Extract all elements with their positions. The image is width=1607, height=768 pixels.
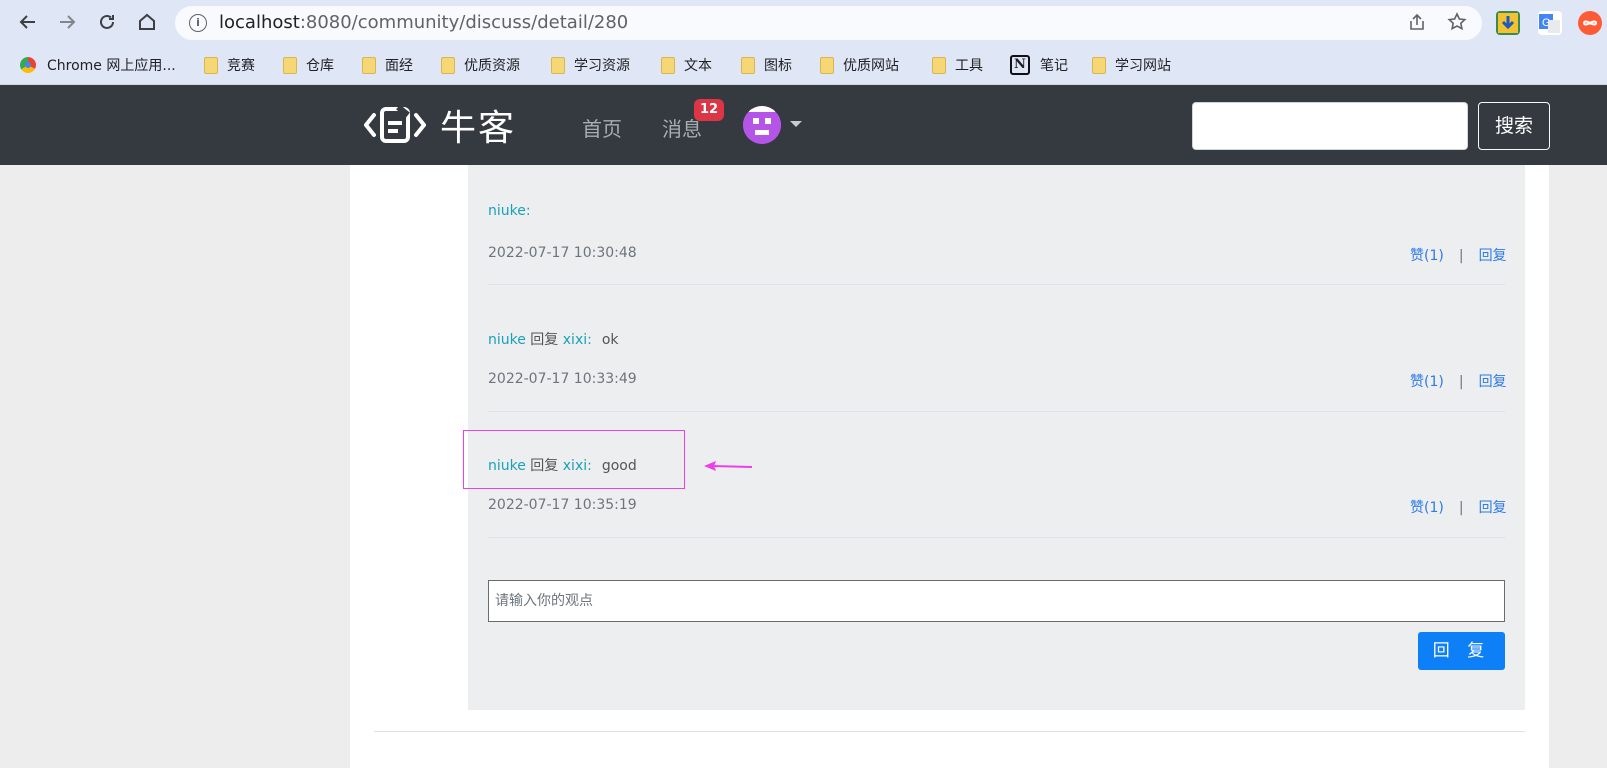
bookmark-item[interactable]: 文本 — [661, 54, 712, 76]
notion-icon: N — [1010, 55, 1030, 75]
bookmark-label: 笔记 — [1040, 58, 1068, 74]
search-button[interactable]: 搜索 — [1478, 102, 1550, 150]
bookmark-item[interactable]: 竞赛 — [204, 54, 255, 76]
reply-message: ok — [601, 332, 619, 348]
translate-extension-icon[interactable]: G — [1538, 11, 1562, 35]
bookmark-item[interactable]: 图标 — [741, 54, 792, 76]
bookmark-label: 优质网站 — [843, 58, 899, 74]
url-host: localhost — [219, 12, 300, 33]
bookmark-item[interactable]: 学习资源 — [551, 54, 630, 76]
reply-username[interactable]: niuke — [488, 332, 526, 348]
folder-icon — [661, 56, 675, 74]
reply-content: niuke 回复 xixi: ok — [488, 329, 619, 349]
folder-icon — [283, 56, 297, 74]
bookmark-item[interactable]: N 笔记 — [1010, 54, 1068, 76]
folder-icon — [441, 56, 455, 74]
reply-actions: 赞(1) | 回复 — [1410, 245, 1507, 265]
folder-icon — [932, 56, 946, 74]
address-url: localhost:8080/community/discuss/detail/… — [219, 12, 628, 33]
chrome-icon — [20, 57, 36, 73]
infinity-extension-icon[interactable] — [1578, 11, 1602, 35]
reply-word: 回复 — [525, 332, 563, 348]
reply-text-input[interactable] — [488, 580, 1505, 622]
bookmark-label: 仓库 — [306, 58, 334, 74]
share-icon[interactable] — [1407, 12, 1427, 37]
action-separator: | — [1458, 374, 1464, 390]
annotation-arrow-icon — [704, 461, 753, 471]
bookmark-item[interactable]: Chrome 网上应用... — [20, 54, 176, 76]
annotation-highlight-box — [463, 430, 685, 489]
bookmark-item[interactable]: 仓库 — [283, 54, 334, 76]
bookmark-star-icon[interactable] — [1447, 12, 1467, 37]
bookmark-item[interactable]: 面经 — [362, 54, 413, 76]
address-bar[interactable]: i localhost:8080/community/discuss/detai… — [175, 6, 1482, 40]
reply-actions: 赞(1) | 回复 — [1410, 497, 1507, 517]
reload-icon[interactable] — [93, 8, 121, 36]
forward-arrow-icon[interactable] — [53, 8, 81, 36]
action-separator: | — [1458, 248, 1464, 264]
bookmark-label: 图标 — [764, 58, 792, 74]
folder-icon — [204, 56, 218, 74]
message-count-badge: 12 — [694, 99, 725, 121]
bookmark-item[interactable]: 工具 — [932, 54, 983, 76]
action-separator: | — [1458, 500, 1464, 516]
nav-home-link[interactable]: 首页 — [582, 113, 622, 142]
folder-icon — [1092, 56, 1106, 74]
back-arrow-icon[interactable] — [14, 8, 42, 36]
reply-link[interactable]: 回复 — [1479, 374, 1507, 390]
reply-divider — [488, 284, 1505, 285]
bookmark-label: 工具 — [955, 58, 983, 74]
chevron-down-icon[interactable] — [790, 121, 802, 127]
site-info-icon[interactable]: i — [189, 14, 207, 32]
reply-timestamp: 2022-07-17 10:30:48 — [488, 245, 637, 261]
user-avatar[interactable] — [743, 106, 781, 144]
folder-icon — [820, 56, 834, 74]
bookmark-label: Chrome 网上应用... — [47, 58, 176, 74]
folder-icon — [741, 56, 755, 74]
logo-text: 牛客 — [440, 108, 517, 149]
reply-divider — [488, 537, 1505, 538]
reply-content: niuke: — [488, 203, 531, 219]
reply-colon: : — [587, 332, 592, 348]
bookmark-label: 竞赛 — [227, 58, 255, 74]
search-input[interactable] — [1192, 102, 1468, 150]
bookmark-item[interactable]: 优质网站 — [820, 54, 899, 76]
like-link[interactable]: 赞(1) — [1410, 374, 1444, 390]
bookmark-label: 优质资源 — [464, 58, 520, 74]
reply-timestamp: 2022-07-17 10:33:49 — [488, 371, 637, 387]
screenshot-root: { "browser": { "url_host": "localhost", … — [0, 0, 1607, 768]
bookmark-item[interactable]: 优质资源 — [441, 54, 520, 76]
reply-timestamp: 2022-07-17 10:35:19 — [488, 497, 637, 513]
bookmark-item[interactable]: 学习网站 — [1092, 54, 1171, 76]
reply-link[interactable]: 回复 — [1479, 500, 1507, 516]
site-header: 牛客 首页 消息 12 搜索 — [0, 85, 1607, 165]
bookmarks-bar: Chrome 网上应用... 竞赛 仓库 面经 优质资源 学习资源 文本 图标 … — [0, 45, 1607, 85]
avatar-face-icon — [743, 106, 781, 144]
url-path: :8080/community/discuss/detail/280 — [299, 12, 629, 33]
reply-username[interactable]: niuke — [488, 203, 526, 219]
bookmark-label: 学习资源 — [574, 58, 630, 74]
folder-icon — [551, 56, 565, 74]
home-icon[interactable] — [133, 8, 161, 36]
bookmark-label: 学习网站 — [1115, 58, 1171, 74]
reply-colon: : — [525, 203, 531, 219]
reply-actions: 赞(1) | 回复 — [1410, 371, 1507, 391]
logo-mark-icon — [364, 104, 426, 143]
like-link[interactable]: 赞(1) — [1410, 500, 1444, 516]
browser-toolbar: i localhost:8080/community/discuss/detai… — [0, 0, 1607, 45]
site-logo[interactable]: 牛客 — [364, 103, 516, 149]
folder-icon — [362, 56, 376, 74]
reply-target-username[interactable]: xixi — [563, 332, 587, 348]
reply-link[interactable]: 回复 — [1479, 248, 1507, 264]
bookmark-label: 面经 — [385, 58, 413, 74]
reply-submit-button[interactable]: 回 复 — [1418, 632, 1505, 670]
download-extension-icon[interactable] — [1496, 11, 1520, 35]
bookmark-label: 文本 — [684, 58, 712, 74]
section-divider — [374, 731, 1525, 732]
like-link[interactable]: 赞(1) — [1410, 248, 1444, 264]
reply-divider — [488, 411, 1505, 412]
